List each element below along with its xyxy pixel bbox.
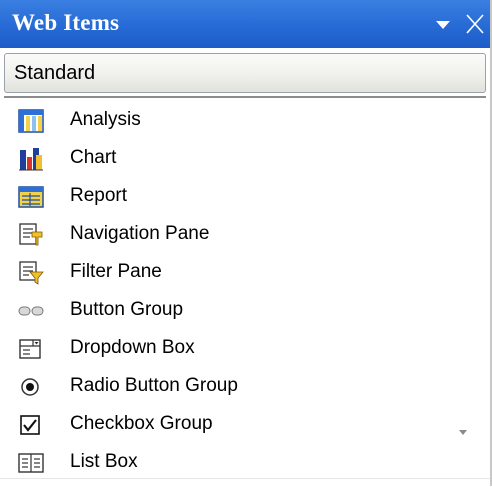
dropdown-box-icon xyxy=(18,337,44,361)
analysis-icon xyxy=(18,109,44,133)
list-item-navigation-pane[interactable]: Navigation Pane xyxy=(0,218,440,252)
navigation-pane-icon xyxy=(18,223,44,247)
panel-title-bar[interactable]: Web Items xyxy=(0,0,490,48)
list-item-list-box[interactable]: List Box xyxy=(0,446,440,480)
list-item-label: Checkbox Group xyxy=(70,413,213,434)
chart-icon xyxy=(18,147,44,171)
radio-button-icon xyxy=(18,375,44,399)
list-item-label: Analysis xyxy=(70,109,141,130)
list-item-filter-pane[interactable]: Filter Pane xyxy=(0,256,440,290)
divider xyxy=(4,96,486,98)
list-item-label: Filter Pane xyxy=(70,261,162,282)
list-item-analysis[interactable]: Analysis xyxy=(0,104,440,138)
list-item-radio-button-group[interactable]: Radio Button Group xyxy=(0,370,440,404)
list-item-label: Chart xyxy=(70,147,117,168)
list-item-label: Dropdown Box xyxy=(70,337,195,358)
list-item-dropdown-box[interactable]: Dropdown Box xyxy=(0,332,440,366)
panel-menu-dropdown-icon[interactable] xyxy=(432,15,454,35)
list-item-button-group[interactable]: Button Group xyxy=(0,294,440,328)
category-label: Standard xyxy=(14,62,96,84)
report-icon xyxy=(18,185,44,209)
scroll-down-icon[interactable] xyxy=(450,420,476,444)
category-button[interactable]: Standard xyxy=(4,53,486,93)
button-group-icon xyxy=(18,299,44,323)
list-item-label: List Box xyxy=(70,451,138,472)
list-box-icon xyxy=(18,451,44,475)
panel-title: Web Items xyxy=(12,10,120,35)
list-item-label: Navigation Pane xyxy=(70,223,210,244)
list-item-report[interactable]: Report xyxy=(0,180,440,214)
checkbox-icon xyxy=(18,413,44,437)
list-item-label: Report xyxy=(70,185,128,206)
list-item-label: Radio Button Group xyxy=(70,375,238,396)
list-item-checkbox-group[interactable]: Checkbox Group xyxy=(0,408,440,442)
close-icon[interactable] xyxy=(462,10,488,38)
list-item-label: Button Group xyxy=(70,299,184,320)
list-item-chart[interactable]: Chart xyxy=(0,142,440,176)
filter-pane-icon xyxy=(18,261,44,285)
web-items-panel: Web Items Standard Analysis Chart Report… xyxy=(0,0,492,487)
